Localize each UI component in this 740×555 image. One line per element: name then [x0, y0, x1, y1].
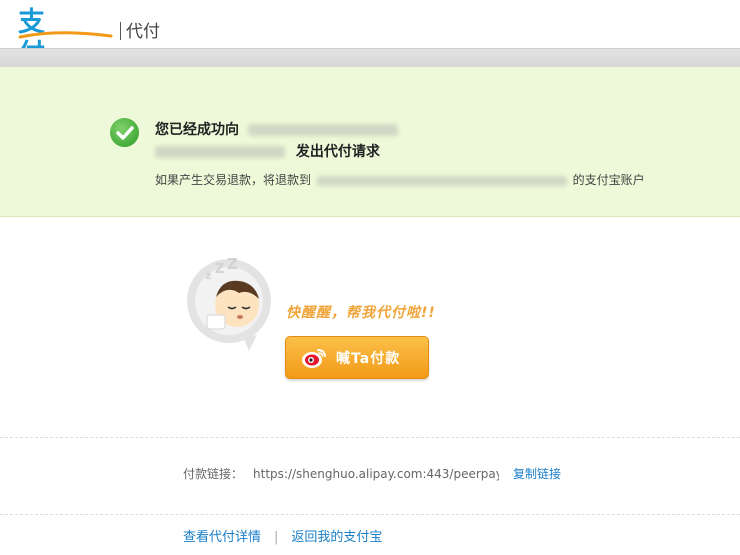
- footer-separator: |: [274, 530, 279, 545]
- footer-links: 查看代付详情 | 返回我的支付宝: [183, 528, 382, 548]
- refund-note: 如果产生交易退款，将退款到 的支付宝账户: [155, 171, 645, 189]
- svg-text:z: z: [205, 269, 211, 282]
- sleeping-avatar-illustration: z Z Z: [183, 255, 283, 355]
- payment-link-label: 付款链接：: [183, 467, 244, 481]
- redacted-refund-account: [316, 175, 567, 186]
- payment-link-url[interactable]: https://shenghuo.alipay.com:443/peerpayc…: [253, 464, 499, 484]
- redacted-merchant: [247, 124, 398, 136]
- svg-text:Z: Z: [215, 262, 224, 277]
- wake-up-callout: 快醒醒，帮我代付啦!!: [286, 305, 436, 321]
- top-nav-bar: [0, 48, 740, 67]
- refund-suffix: 的支付宝账户: [572, 173, 645, 187]
- success-prefix: 您已经成功向: [155, 122, 239, 138]
- ask-to-pay-label: 喊Ta付款: [336, 351, 401, 367]
- success-suffix: 发出代付请求: [295, 144, 380, 160]
- divider-top: [0, 437, 740, 438]
- success-message-line2: 发出代付请求: [155, 142, 380, 162]
- view-details-link[interactable]: 查看代付详情: [183, 530, 261, 545]
- sleeping-face-icon: z Z Z: [187, 255, 271, 351]
- success-check-icon: [110, 118, 139, 147]
- refund-prefix: 如果产生交易退款，将退款到: [155, 173, 312, 187]
- svg-text:Z: Z: [227, 255, 238, 273]
- weibo-icon: [302, 349, 326, 368]
- logo-divider: [120, 22, 121, 40]
- copy-link-button[interactable]: 复制链接: [513, 467, 561, 481]
- product-name: 代付: [126, 22, 160, 42]
- success-panel: 您已经成功向 发出代付请求 如果产生交易退款，将退款到 的支付宝账户: [0, 67, 740, 217]
- redacted-account: [155, 146, 285, 158]
- ask-to-pay-button[interactable]: 喊Ta付款: [285, 336, 429, 379]
- divider-bottom: [0, 514, 740, 515]
- payment-link-row: 付款链接： https://shenghuo.alipay.com:443/pee…: [183, 464, 561, 484]
- header: 支付宝 代付: [0, 0, 740, 102]
- success-message-line1: 您已经成功向: [155, 120, 398, 140]
- back-to-alipay-link[interactable]: 返回我的支付宝: [291, 530, 382, 545]
- logo-swoosh-icon: [18, 31, 113, 39]
